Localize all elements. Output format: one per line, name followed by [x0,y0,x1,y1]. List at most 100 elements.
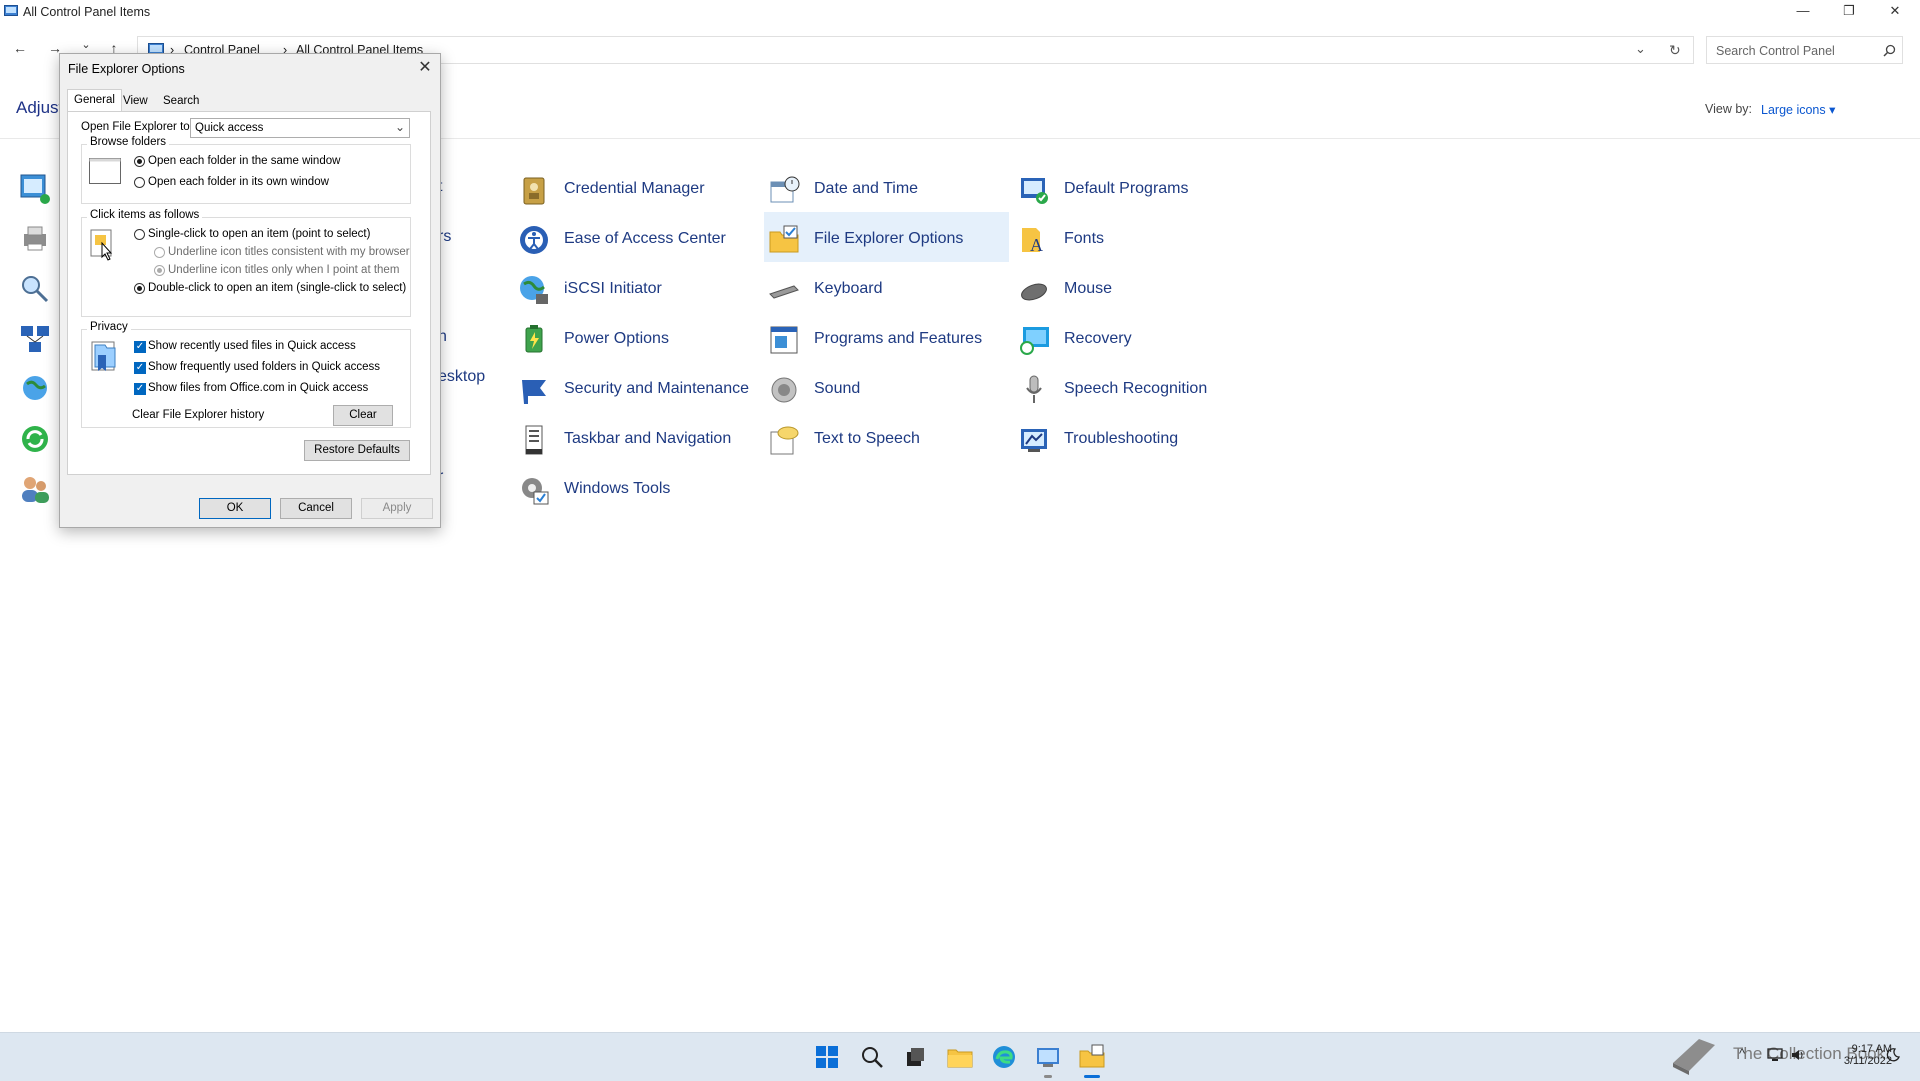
item-power-options[interactable]: Power Options [510,316,755,360]
power-options-icon [525,325,543,353]
browse-folders-title: Browse folders [87,136,170,148]
close-window-button[interactable]: ✕ [1872,0,1918,24]
taskbar-search-icon[interactable] [858,1043,886,1071]
show-recent-files-label[interactable]: Show recently used files in Quick access [148,340,356,352]
back-button[interactable]: ← [10,40,30,56]
clock-time: 9:17 AM [1851,1043,1892,1055]
view-by-value: Large icons [1761,103,1826,117]
ok-button[interactable]: OK [199,498,271,519]
search-icon[interactable] [1883,44,1896,57]
item-recovery[interactable]: Recovery [1010,316,1255,360]
browse-own-window-radio[interactable] [134,177,145,188]
single-click-radio[interactable] [134,229,145,240]
item-mouse[interactable]: Mouse [1010,266,1255,310]
file-explorer-options-taskbar-icon[interactable] [1078,1043,1106,1071]
underline-browser-label[interactable]: Underline icon titles consistent with my… [168,246,410,258]
item-label: Mouse [1064,280,1113,297]
item-label: Windows Tools [564,480,671,497]
credential-manager-icon [523,177,545,205]
item-fonts[interactable]: A Fonts [1010,216,1255,260]
view-by-dropdown[interactable]: Large icons ▾ [1761,102,1835,117]
search-input[interactable] [1714,43,1878,59]
item-speech-recognition[interactable]: Speech Recognition [1010,366,1255,410]
system-clock[interactable]: 9:17 AM 3/11/2022 [1810,1043,1892,1067]
show-recent-files-checkbox[interactable]: ✓ [134,341,146,353]
tab-search[interactable]: Search [157,91,205,111]
cancel-button[interactable]: Cancel [280,498,352,519]
show-frequent-folders-checkbox[interactable]: ✓ [134,362,146,374]
apply-button[interactable]: Apply [361,498,433,519]
item-default-programs[interactable]: Default Programs [1010,166,1255,210]
clear-history-button[interactable]: Clear [333,405,393,426]
maximize-button[interactable]: ❐ [1826,0,1872,24]
single-click-label[interactable]: Single-click to open an item (point to s… [148,228,370,240]
ease-of-access-icon [520,226,548,254]
underline-browser-radio[interactable] [154,247,165,258]
browse-same-window-radio[interactable] [134,156,145,167]
edge-browser-icon[interactable] [990,1043,1018,1071]
tray-chevron-icon[interactable]: ^ [1739,1046,1745,1061]
item-file-explorer-options[interactable]: File Explorer Options [764,212,1009,262]
browse-same-window-label[interactable]: Open each folder in the same window [148,155,340,167]
double-click-radio[interactable] [134,283,145,294]
network-monitor-icon[interactable] [1767,1048,1783,1062]
browse-folders-preview-icon [89,158,121,184]
item-programs-features[interactable]: Programs and Features [760,316,1005,360]
network-sharing-icon[interactable] [18,322,52,356]
show-frequent-folders-label[interactable]: Show frequently used folders in Quick ac… [148,361,380,373]
security-maintenance-flag-icon [522,380,546,404]
underline-point-radio[interactable] [154,265,165,276]
restore-defaults-button[interactable]: Restore Defaults [304,440,410,461]
item-text-to-speech[interactable]: Text to Speech [760,416,1005,460]
address-history-chevron-icon[interactable]: ⌄ [1635,41,1646,57]
tab-general[interactable]: General [67,89,122,113]
show-office-files-checkbox[interactable]: ✓ [134,383,146,395]
refresh-icon[interactable]: ↻ [1669,42,1681,59]
page-heading: Adjust [16,98,64,117]
show-office-files-label[interactable]: Show files from Office.com in Quick acce… [148,382,368,394]
volume-icon[interactable] [1790,1048,1806,1062]
user-accounts-icon[interactable] [18,472,52,506]
item-sound[interactable]: Sound [760,366,1005,410]
dialog-close-button[interactable]: ✕ [415,57,435,77]
item-keyboard[interactable]: Keyboard [760,266,1005,310]
browse-own-window-label[interactable]: Open each folder in its own window [148,176,329,188]
item-troubleshooting[interactable]: Troubleshooting [1010,416,1255,460]
underline-point-label[interactable]: Underline icon titles only when I point … [168,264,399,276]
item-security-maintenance[interactable]: Security and Maintenance [510,366,755,410]
sync-center-icon[interactable] [18,422,52,456]
indexing-options-icon[interactable] [18,272,52,306]
partial-item-label[interactable]: esktop [438,368,485,386]
item-label: Security and Maintenance [564,380,749,397]
action-center-icon[interactable] [18,172,52,206]
start-windows-icon[interactable] [813,1043,841,1071]
item-label: Keyboard [814,280,883,297]
task-view-icon[interactable] [901,1043,929,1071]
item-label: Fonts [1064,230,1105,247]
item-label: Credential Manager [564,180,705,197]
item-ease-of-access[interactable]: Ease of Access Center [510,216,755,260]
item-taskbar-navigation[interactable]: Taskbar and Navigation [510,416,755,460]
click-items-cursor-icon [90,229,113,261]
item-iscsi-initiator[interactable]: iSCSI Initiator [510,266,755,310]
item-windows-tools[interactable]: Windows Tools [510,466,755,510]
recent-locations-button[interactable]: ⌄ [76,38,96,51]
troubleshooting-icon [1021,429,1047,452]
minimize-button[interactable]: — [1780,0,1826,24]
devices-printers-icon[interactable] [18,222,52,256]
clear-history-label: Clear File Explorer history [132,409,265,421]
open-to-dropdown[interactable]: Quick access ⌄ [190,118,410,138]
taskbar [0,1032,1920,1081]
double-click-label[interactable]: Double-click to open an item (single-cli… [148,282,406,294]
search-box[interactable] [1706,36,1903,64]
focus-assist-moon-icon[interactable] [1886,1048,1900,1062]
item-credential-manager[interactable]: Credential Manager [510,166,755,210]
tab-view[interactable]: View [117,91,154,111]
dialog-title: File Explorer Options [68,62,185,76]
region-globe-icon[interactable] [18,372,52,406]
file-explorer-taskbar-icon[interactable] [946,1043,974,1071]
item-date-time[interactable]: Date and Time [760,166,1005,210]
control-panel-taskbar-icon[interactable] [1034,1043,1062,1071]
control-panel-app-icon [4,5,18,16]
view-by-label: View by: [1705,102,1753,116]
